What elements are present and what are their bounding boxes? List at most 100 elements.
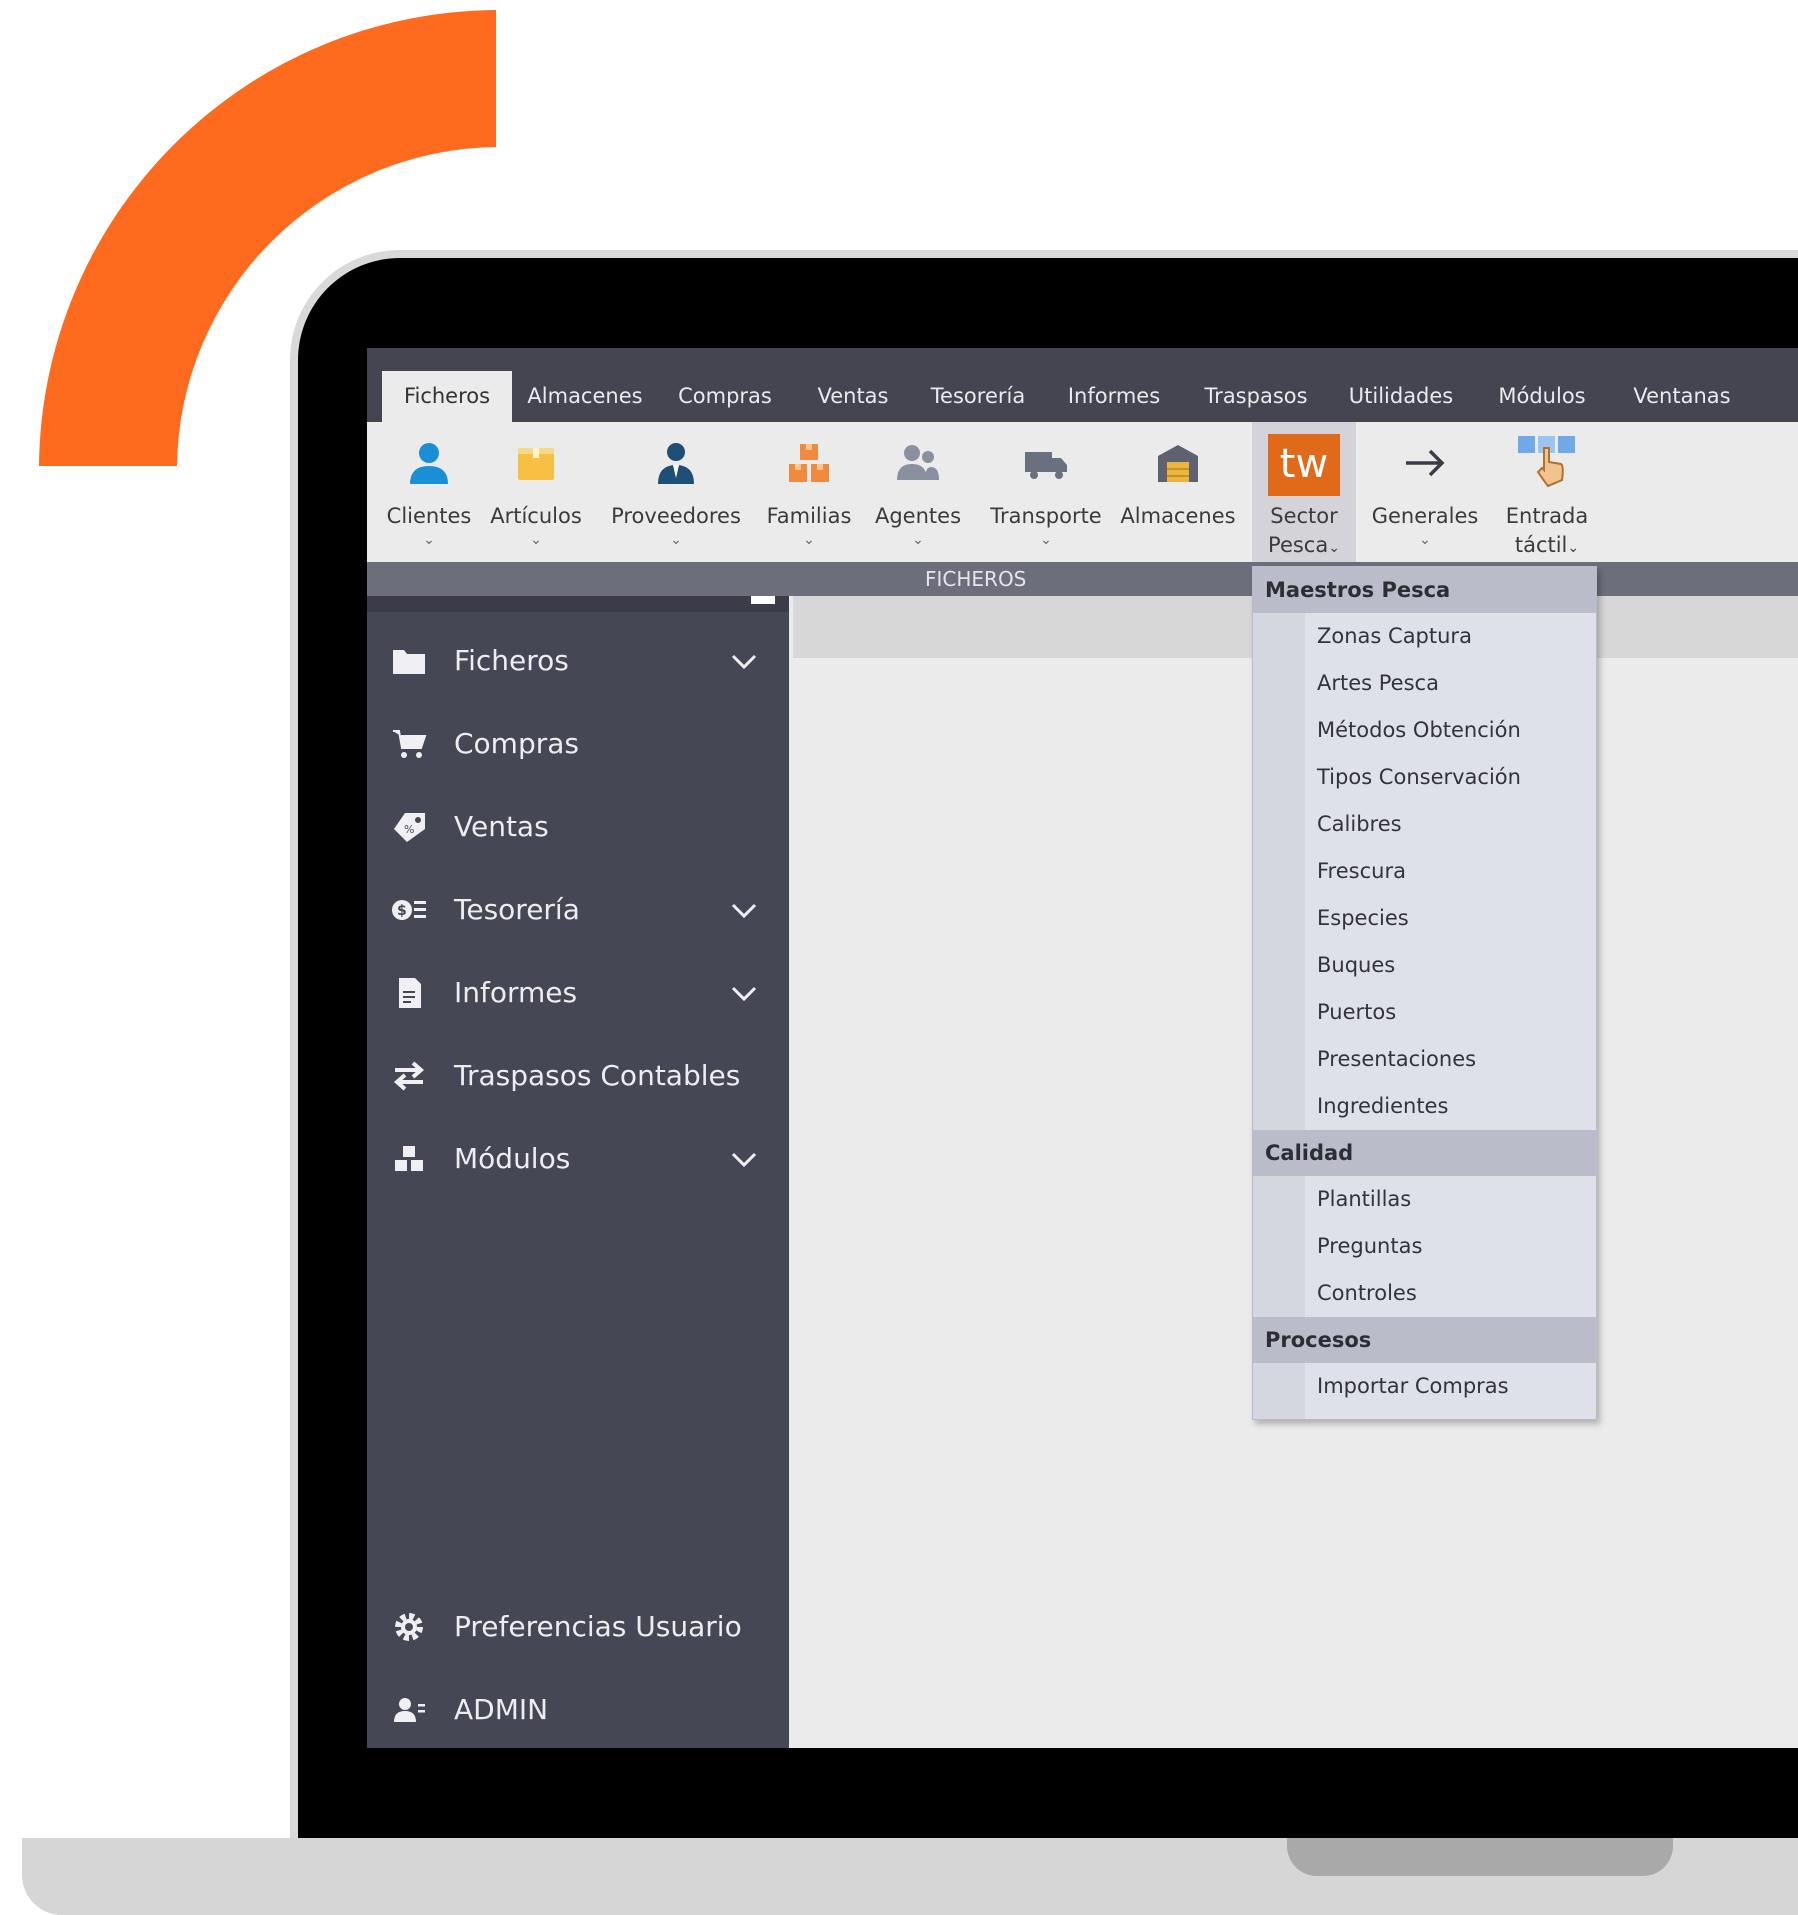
menu-item-metodos-obtencion[interactable]: Métodos Obtención: [1305, 707, 1596, 754]
sidebar-item-tesoreria[interactable]: $ Tesorería: [367, 875, 789, 945]
clientes-button[interactable]: Clientes ⌄: [382, 422, 476, 562]
sector-pesca-button[interactable]: tw Sector Pesca⌄: [1252, 422, 1356, 562]
sidebar-item-informes[interactable]: Informes: [367, 958, 789, 1028]
menu-item-importar-compras[interactable]: Importar Compras: [1305, 1363, 1596, 1410]
sidebar-item-traspasos-contables[interactable]: Traspasos Contables: [367, 1041, 789, 1111]
tab-informes[interactable]: Informes: [1053, 371, 1175, 422]
chevron-down-icon: ⌄: [670, 532, 682, 548]
menu-header-procesos: Procesos: [1253, 1317, 1596, 1363]
tw-logo: tw: [1268, 434, 1340, 496]
sidebar-item-preferencias[interactable]: Preferencias Usuario: [367, 1592, 789, 1662]
menu-item-plantillas[interactable]: Plantillas: [1305, 1176, 1596, 1223]
laptop-notch: [1287, 1838, 1673, 1876]
chevron-down-icon: [731, 903, 757, 919]
modules-icon: [395, 1146, 423, 1171]
chevron-down-icon: ⌄: [803, 532, 815, 548]
menu-item-controles[interactable]: Controles: [1305, 1270, 1596, 1317]
tab-ventanas[interactable]: Ventanas: [1619, 371, 1745, 422]
entrada-tactil-button[interactable]: Entrada táctil⌄: [1492, 422, 1602, 562]
menu-item-ingredientes[interactable]: Ingredientes: [1305, 1083, 1596, 1130]
report-icon: [399, 978, 421, 1008]
sidebar-item-label: Compras: [454, 727, 579, 760]
sidebar-item-label: Ventas: [454, 810, 549, 843]
sidebar-item-admin[interactable]: ADMIN: [367, 1675, 789, 1745]
tag-icon: %: [394, 813, 425, 842]
agentes-button[interactable]: Agentes ⌄: [871, 422, 965, 562]
menu-item-especies[interactable]: Especies: [1305, 895, 1596, 942]
chevron-down-icon: [731, 986, 757, 1002]
entrada-label-line2: táctil⌄: [1514, 533, 1580, 557]
sector-label-line2: Pesca⌄: [1268, 533, 1340, 557]
stage: Ficheros Almacenes Compras Ventas Tesore…: [0, 0, 1798, 1915]
folder-icon: [393, 650, 425, 674]
touch-icon: [1518, 436, 1575, 488]
chevron-down-icon: [731, 654, 757, 670]
gear-icon: [395, 1613, 423, 1641]
sidebar-item-label: ADMIN: [454, 1693, 549, 1726]
money-icon: $: [392, 900, 426, 920]
chevron-down-icon: ⌄: [1419, 532, 1431, 548]
menu-item-buques[interactable]: Buques: [1305, 942, 1596, 989]
tab-modulos[interactable]: Módulos: [1479, 371, 1605, 422]
truck-icon: [1025, 452, 1067, 479]
sidebar-item-label: Traspasos Contables: [454, 1059, 741, 1092]
tab-almacenes[interactable]: Almacenes: [520, 371, 650, 422]
menu-item-presentaciones[interactable]: Presentaciones: [1305, 1036, 1596, 1083]
svg-text:$: $: [397, 903, 407, 919]
chevron-down-icon: ⌄: [530, 532, 542, 548]
menu-item-preguntas[interactable]: Preguntas: [1305, 1223, 1596, 1270]
almacenes-label: Almacenes: [1120, 504, 1236, 528]
tab-tesoreria[interactable]: Tesorería: [915, 371, 1041, 422]
sidebar-item-label: Módulos: [454, 1142, 571, 1175]
sidebar-item-label: Ficheros: [454, 644, 569, 677]
articulos-button[interactable]: Artículos ⌄: [489, 422, 583, 562]
tab-ficheros[interactable]: Ficheros: [382, 371, 512, 422]
tab-ventas[interactable]: Ventas: [800, 371, 906, 422]
chevron-down-icon: ⌄: [912, 532, 924, 548]
svg-text:%: %: [404, 823, 414, 836]
menu-item-zonas-captura[interactable]: Zonas Captura: [1305, 613, 1596, 660]
menu-gutter: [1253, 567, 1305, 1419]
sidebar-item-label: Tesorería: [454, 893, 580, 926]
tab-traspasos[interactable]: Traspasos: [1189, 371, 1323, 422]
transfer-icon: [393, 1061, 425, 1091]
sidebar-scroll-marker: [751, 596, 775, 604]
articulos-label: Artículos: [490, 504, 582, 528]
arrow-right-icon: [1406, 449, 1445, 477]
sidebar-item-ficheros[interactable]: Ficheros: [367, 626, 789, 696]
menu-item-puertos[interactable]: Puertos: [1305, 989, 1596, 1036]
transporte-label: Transporte: [990, 504, 1102, 528]
generales-button[interactable]: Generales ⌄: [1370, 422, 1480, 562]
sidebar-item-modulos[interactable]: Módulos: [367, 1124, 789, 1194]
sidebar: Ficheros Compras % Ventas $ Tesorería In…: [367, 596, 789, 1748]
clientes-label: Clientes: [386, 504, 472, 528]
boxes-icon: [789, 444, 829, 482]
supplier-icon: [658, 443, 694, 484]
sidebar-item-compras[interactable]: Compras: [367, 709, 789, 779]
box-icon: [518, 448, 554, 480]
agents-icon: [897, 445, 939, 480]
cart-icon: [393, 730, 427, 758]
transporte-button[interactable]: Transporte ⌄: [983, 422, 1109, 562]
menu-header-calidad: Calidad: [1253, 1130, 1596, 1176]
familias-button[interactable]: Familias ⌄: [759, 422, 859, 562]
tab-utilidades[interactable]: Utilidades: [1337, 371, 1465, 422]
ribbon-toolbar: Clientes ⌄ Artículos ⌄ Proveedores ⌄ Fam…: [367, 422, 1798, 562]
tab-compras[interactable]: Compras: [665, 371, 785, 422]
proveedores-label: Proveedores: [611, 504, 741, 528]
proveedores-button[interactable]: Proveedores ⌄: [611, 422, 741, 562]
agentes-label: Agentes: [874, 504, 962, 528]
menu-item-frescura[interactable]: Frescura: [1305, 848, 1596, 895]
menu-item-tipos-conservacion[interactable]: Tipos Conservación: [1305, 754, 1596, 801]
sector-pesca-dropdown: Maestros Pesca Zonas Captura Artes Pesca…: [1252, 566, 1597, 1420]
familias-label: Familias: [766, 504, 852, 528]
client-icon: [410, 443, 448, 484]
menu-item-calibres[interactable]: Calibres: [1305, 801, 1596, 848]
sidebar-item-ventas[interactable]: % Ventas: [367, 792, 789, 862]
chevron-down-icon: ⌄: [1040, 532, 1052, 548]
entrada-label-line1: Entrada: [1505, 504, 1589, 528]
sidebar-top-strip: [367, 596, 789, 612]
menu-item-artes-pesca[interactable]: Artes Pesca: [1305, 660, 1596, 707]
warehouse-icon: [1158, 445, 1198, 482]
almacenes-button[interactable]: Almacenes: [1120, 422, 1236, 562]
